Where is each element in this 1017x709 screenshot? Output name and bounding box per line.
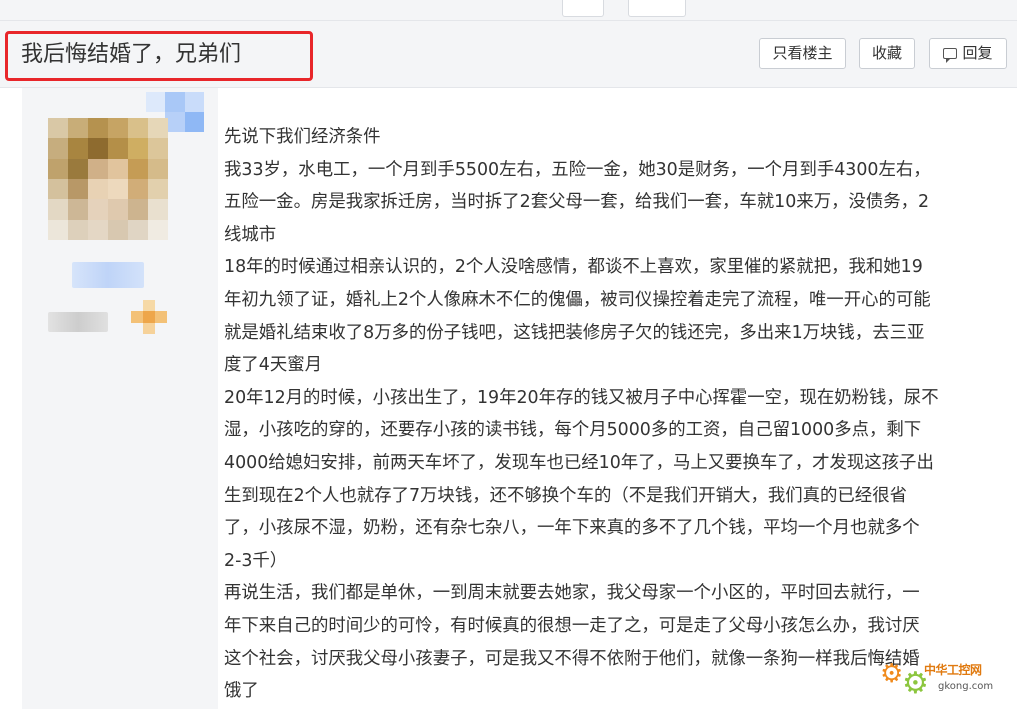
reply-label: 回复: [962, 44, 993, 62]
gear-icon: ⚙: [880, 659, 904, 689]
user-level-blurred: [48, 312, 108, 332]
only-op-label: 只看楼主: [772, 44, 833, 62]
watermark: ⚙ ⚙ 中华工控网 gkong.com: [880, 655, 1010, 703]
top-strip: [0, 0, 1017, 21]
user-avatar[interactable]: [48, 118, 168, 240]
top-button-fragment[interactable]: [628, 0, 686, 17]
post-line: 再说生活，我们都是单休，一到周末就要去她家，我父母家一个小区的，平时回去就行，一: [224, 583, 920, 604]
post-line: 年下来自己的时间少的可怜，有时候真的很想一走了之，可是走了父母小孩怎么办，我讨厌: [224, 615, 920, 636]
top-button-fragment[interactable]: [562, 0, 604, 17]
watermark-url: gkong.com: [938, 681, 994, 692]
post-line: 年初九领了证，婚礼上2个人像麻木不仁的傀儡，被司仪操控着走完了流程，唯一开心的可…: [224, 289, 931, 310]
post-line: 线城市: [224, 224, 277, 245]
post-line: 就是婚礼结束收了8万多的份子钱吧，这钱把装修房子欠的钱还完，多出来1万块钱，去三…: [224, 322, 925, 343]
favorite-button[interactable]: 收藏: [859, 38, 915, 69]
reply-button[interactable]: 回复: [929, 38, 1007, 69]
post-line: 2-3千）: [224, 550, 288, 571]
post-line: 了，小孩尿不湿，奶粉，还有杂七杂八，一年下来真的多不了几个钱，平均一个月也就多个: [224, 518, 920, 539]
post-line: 4000给媳妇安排，前两天车坏了，发现车也已经10年了，马上又要换车了，才发现这…: [224, 452, 934, 473]
post-line: 18年的时候通过相亲认识的，2个人没啥感情，都谈不上喜欢，家里催的紧就把，我和她…: [224, 257, 923, 278]
username-blurred[interactable]: [72, 262, 144, 288]
post-content: 先说下我们经济条件我33岁，水电工，一个月到手5500左右，五险一金，她30是财…: [224, 121, 1009, 708]
watermark-text: 中华工控网: [924, 663, 982, 677]
favorite-label: 收藏: [871, 44, 902, 62]
comment-icon: [943, 48, 958, 63]
post-line: 我33岁，水电工，一个月到手5500左右，五险一金，她30是财务，一个月到手43…: [224, 159, 931, 180]
user-badge-icon: [131, 300, 167, 334]
post-line: 生到现在2个人也就存了7万块钱，还不够换个车的（不是我们开销大，我们真的已经很省: [224, 485, 907, 506]
post-line: 湿，小孩吃的穿的，还要存小孩的读书钱，每个月5000多的工资，自己留1000多点…: [224, 420, 922, 441]
post-line: 度了4天蜜月: [224, 355, 323, 376]
post-line: 五险一金。房是我家拆迁房，当时拆了2套父母一套，给我们一套，车就10来万，没债务…: [224, 192, 930, 213]
post-line: 20年12月的时候，小孩出生了，19年20年存的钱又被月子中心挥霍一空，现在奶粉…: [224, 387, 939, 408]
thread-title: 我后悔结婚了，兄弟们: [21, 42, 242, 67]
only-op-button[interactable]: 只看楼主: [759, 38, 846, 69]
post-line: 先说下我们经济条件: [224, 127, 381, 147]
